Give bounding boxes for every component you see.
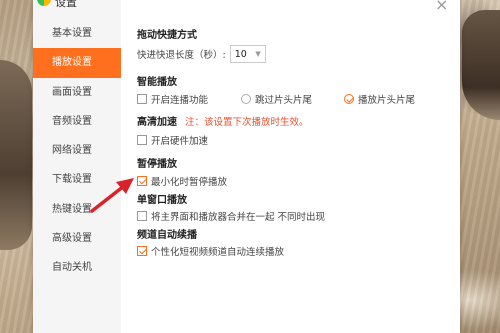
channel-autoplay-option[interactable]: 个性化短视频频道自动连续播放 xyxy=(137,244,284,258)
minimize-pause-label: 最小化时暂停播放 xyxy=(151,177,228,188)
checkbox-channel-autoplay[interactable] xyxy=(137,246,147,256)
app-logo-icon xyxy=(37,0,51,6)
sidebar-item-auto-shutdown[interactable]: 自动关机 xyxy=(33,253,121,282)
seek-section-title: 拖动快捷方式 xyxy=(137,30,197,41)
checkbox-merge-window[interactable] xyxy=(137,211,147,221)
sidebar-item-network[interactable]: 网络设置 xyxy=(33,136,121,165)
channel-section-title: 频道自动续播 xyxy=(137,230,197,241)
checkbox-continuous[interactable] xyxy=(137,94,147,104)
play-intro-label: 播放片头片尾 xyxy=(358,95,416,106)
sidebar-item-download[interactable]: 下载设置 xyxy=(33,165,121,194)
seek-length-value: 10 xyxy=(234,48,247,60)
wallpaper-rock-left xyxy=(0,60,32,250)
checkbox-minimize-pause[interactable] xyxy=(137,176,147,186)
pause-section-title: 暂停播放 xyxy=(137,159,177,170)
smart-continuous-option[interactable]: 开启连播功能 xyxy=(137,92,208,106)
checkbox-hardware-accel[interactable] xyxy=(137,135,147,145)
radio-play-intro[interactable] xyxy=(344,94,354,104)
merge-window-label: 将主界面和播放器合并在一起 不同时出现 xyxy=(151,212,326,223)
skip-intro-option[interactable]: 跳过片头片尾 xyxy=(241,92,312,106)
window-title: 设置 xyxy=(55,0,77,9)
sidebar-item-advanced[interactable]: 高级设置 xyxy=(33,224,121,253)
merge-window-option[interactable]: 将主界面和播放器合并在一起 不同时出现 xyxy=(137,209,325,223)
wallpaper-rock-right xyxy=(462,10,500,120)
minimize-pause-option[interactable]: 最小化时暂停播放 xyxy=(137,174,227,188)
hd-section-title: 高清加速 xyxy=(137,117,177,128)
sidebar: 设置 基本设置 播放设置 画面设置 音频设置 网络设置 下载设置 热键设置 高级… xyxy=(33,0,121,333)
sidebar-item-audio[interactable]: 音频设置 xyxy=(33,107,121,136)
close-icon[interactable]: × xyxy=(435,0,448,13)
settings-window: 设置 基本设置 播放设置 画面设置 音频设置 网络设置 下载设置 热键设置 高级… xyxy=(33,0,460,333)
sidebar-item-picture[interactable]: 画面设置 xyxy=(33,78,121,107)
sidebar-item-basic[interactable]: 基本设置 xyxy=(33,19,121,48)
seek-length-label: 快进快退长度（秒）: xyxy=(137,50,226,61)
skip-intro-label: 跳过片头片尾 xyxy=(255,95,313,106)
sidebar-item-hotkey[interactable]: 热键设置 xyxy=(33,195,121,224)
hardware-accel-label: 开启硬件加速 xyxy=(151,136,209,147)
sidebar-item-playback[interactable]: 播放设置 xyxy=(33,48,121,78)
play-intro-option[interactable]: 播放片头片尾 xyxy=(344,92,415,106)
single-window-section-title: 单窗口播放 xyxy=(137,195,187,206)
chevron-down-icon: ▼ xyxy=(255,50,261,58)
sidebar-nav: 基本设置 播放设置 画面设置 音频设置 网络设置 下载设置 热键设置 高级设置 … xyxy=(33,19,121,283)
continuous-label: 开启连播功能 xyxy=(151,95,209,106)
radio-skip-intro[interactable] xyxy=(241,94,251,104)
smart-section-title: 智能播放 xyxy=(137,77,177,88)
seek-length-select[interactable]: 10 ▼ xyxy=(229,45,266,63)
hd-note: 注：该设置下次播放时生效。 xyxy=(185,116,309,128)
channel-autoplay-label: 个性化短视频频道自动连续播放 xyxy=(151,247,285,258)
hardware-accel-option[interactable]: 开启硬件加速 xyxy=(137,133,208,147)
